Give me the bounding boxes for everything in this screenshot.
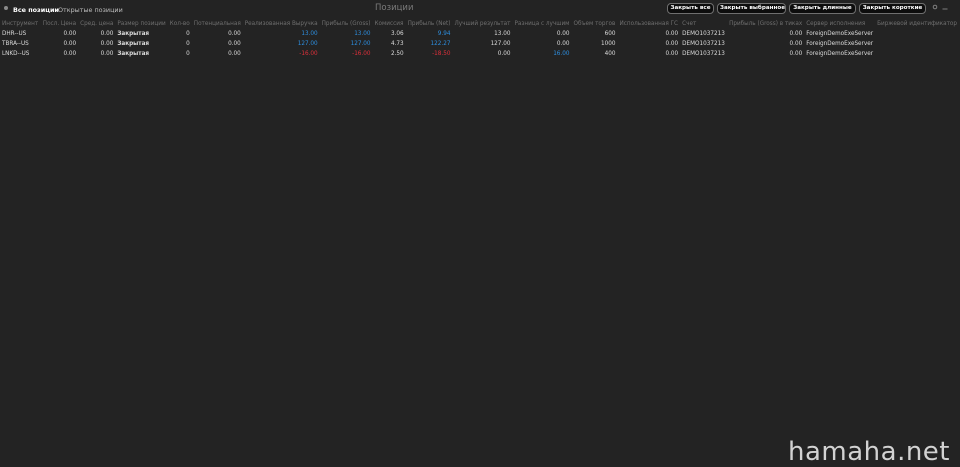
column-header[interactable]: Прибыль (Net)	[406, 18, 453, 29]
best-result-cell: 0.00	[497, 51, 511, 57]
exchange-id-cell	[875, 39, 960, 49]
avg-price-cell: 0.00	[100, 41, 114, 47]
diff-best-cell: 0.00	[556, 41, 570, 47]
table-header-row: Инструмент Посл. Цена Сред. цена Размер …	[0, 18, 960, 29]
net-profit-cell: 122.27	[430, 41, 451, 47]
potential-cell: 0.00	[228, 41, 241, 47]
column-header[interactable]: Использованная ГС	[618, 18, 681, 29]
close-all-button[interactable]: Закрыть все	[667, 3, 714, 14]
diff-best-cell: 0.00	[556, 31, 570, 37]
server-cell: ForeignDemoExeServer	[806, 31, 874, 37]
column-header[interactable]: Разница с лучшим	[512, 18, 571, 29]
exchange-id-cell	[875, 49, 960, 59]
realized-cell: 13.00	[301, 31, 318, 37]
column-header[interactable]: Размер позиции	[115, 18, 167, 29]
account-cell: DEMO1037213	[682, 41, 725, 47]
commission-cell: 4.73	[390, 41, 404, 47]
instrument-cell: DHR--US	[2, 31, 27, 37]
server-cell: ForeignDemoExeServer	[806, 41, 874, 47]
tab-open-positions[interactable]: Открытые позиции	[58, 6, 123, 14]
column-header[interactable]: Потенциальная	[192, 18, 243, 29]
realized-cell: -16.00	[299, 51, 318, 57]
table-row[interactable]: TBRA--US 0.00 0.00 Закрытая 0 0.00 127.0…	[0, 39, 960, 49]
watermark-text: hamaha.net	[787, 437, 950, 467]
panel-title: Позиции	[375, 3, 414, 13]
used-gs-cell: 0.00	[665, 31, 679, 37]
position-size-cell: Закрытая	[117, 31, 150, 37]
volume-cell: 1000	[601, 41, 616, 47]
column-header[interactable]: Посл. Цена	[41, 18, 78, 29]
position-size-cell: Закрытая	[117, 41, 150, 47]
last-price-cell: 0.00	[63, 51, 77, 57]
column-header[interactable]: Комиссия	[372, 18, 405, 29]
gross-ticks-cell: 0.00	[789, 51, 803, 57]
account-cell: DEMO1037213	[682, 51, 725, 57]
server-cell: ForeignDemoExeServer	[806, 51, 874, 57]
gross-ticks-cell: 0.00	[789, 41, 803, 47]
column-header[interactable]: Объем торгов	[571, 18, 617, 29]
used-gs-cell: 0.00	[665, 51, 679, 57]
window-menu-icon[interactable]	[4, 6, 8, 10]
diff-best-cell: 16.00	[553, 51, 570, 57]
volume-cell: 600	[604, 31, 616, 37]
qty-cell: 0	[186, 31, 190, 37]
gear-icon[interactable]	[932, 4, 938, 12]
commission-cell: 2.50	[390, 51, 404, 57]
volume-cell: 400	[604, 51, 616, 57]
best-result-cell: 13.00	[494, 31, 511, 37]
column-header[interactable]: Реализованная Выручка	[243, 18, 320, 29]
best-result-cell: 127.00	[490, 41, 511, 47]
last-price-cell: 0.00	[63, 41, 77, 47]
close-long-button[interactable]: Закрыть длинные	[789, 3, 856, 14]
qty-cell: 0	[186, 51, 190, 57]
close-short-button[interactable]: Закрыть короткие	[859, 3, 926, 14]
column-header[interactable]: Счет	[680, 18, 727, 29]
table-row[interactable]: DHR--US 0.00 0.00 Закрытая 0 0.00 13.00 …	[0, 29, 960, 39]
net-profit-cell: 9.94	[437, 31, 451, 37]
potential-cell: 0.00	[228, 31, 241, 37]
instrument-cell: LNKD--US	[2, 51, 30, 57]
commission-cell: 3.06	[390, 31, 404, 37]
minimize-icon[interactable]	[942, 2, 948, 12]
gross-profit-cell: -16.00	[352, 51, 371, 57]
column-header[interactable]: Биржевой идентификатор	[875, 18, 960, 29]
realized-cell: 127.00	[297, 41, 318, 47]
qty-cell: 0	[186, 41, 190, 47]
gross-profit-cell: 13.00	[354, 31, 371, 37]
column-header[interactable]: Инструмент	[0, 18, 41, 29]
position-size-cell: Закрытая	[117, 51, 150, 57]
avg-price-cell: 0.00	[100, 51, 114, 57]
gross-ticks-cell: 0.00	[789, 31, 803, 37]
positions-table: Инструмент Посл. Цена Сред. цена Размер …	[0, 18, 960, 59]
instrument-cell: TBRA--US	[2, 41, 29, 47]
table-row[interactable]: LNKD--US 0.00 0.00 Закрытая 0 0.00 -16.0…	[0, 49, 960, 59]
tab-all-positions[interactable]: Все позиции	[13, 6, 59, 14]
account-cell: DEMO1037213	[682, 31, 725, 37]
avg-price-cell: 0.00	[100, 31, 114, 37]
panel-header: Все позиции Открытые позиции Позиции Зак…	[0, 0, 960, 18]
used-gs-cell: 0.00	[665, 41, 679, 47]
exchange-id-cell	[875, 29, 960, 39]
column-header[interactable]: Лучший результат	[452, 18, 512, 29]
net-profit-cell: -18.50	[432, 51, 451, 57]
column-header[interactable]: Сред. цена	[78, 18, 115, 29]
column-header[interactable]: Прибыль (Gross)	[320, 18, 373, 29]
last-price-cell: 0.00	[63, 31, 77, 37]
gross-profit-cell: 127.00	[350, 41, 371, 47]
column-header[interactable]: Сервер исполнения	[804, 18, 875, 29]
column-header[interactable]: Прибыль (Gross) в тиках	[727, 18, 804, 29]
close-selected-button[interactable]: Закрыть выбранное	[717, 3, 786, 14]
column-header[interactable]: Кол-во	[168, 18, 192, 29]
potential-cell: 0.00	[228, 51, 241, 57]
